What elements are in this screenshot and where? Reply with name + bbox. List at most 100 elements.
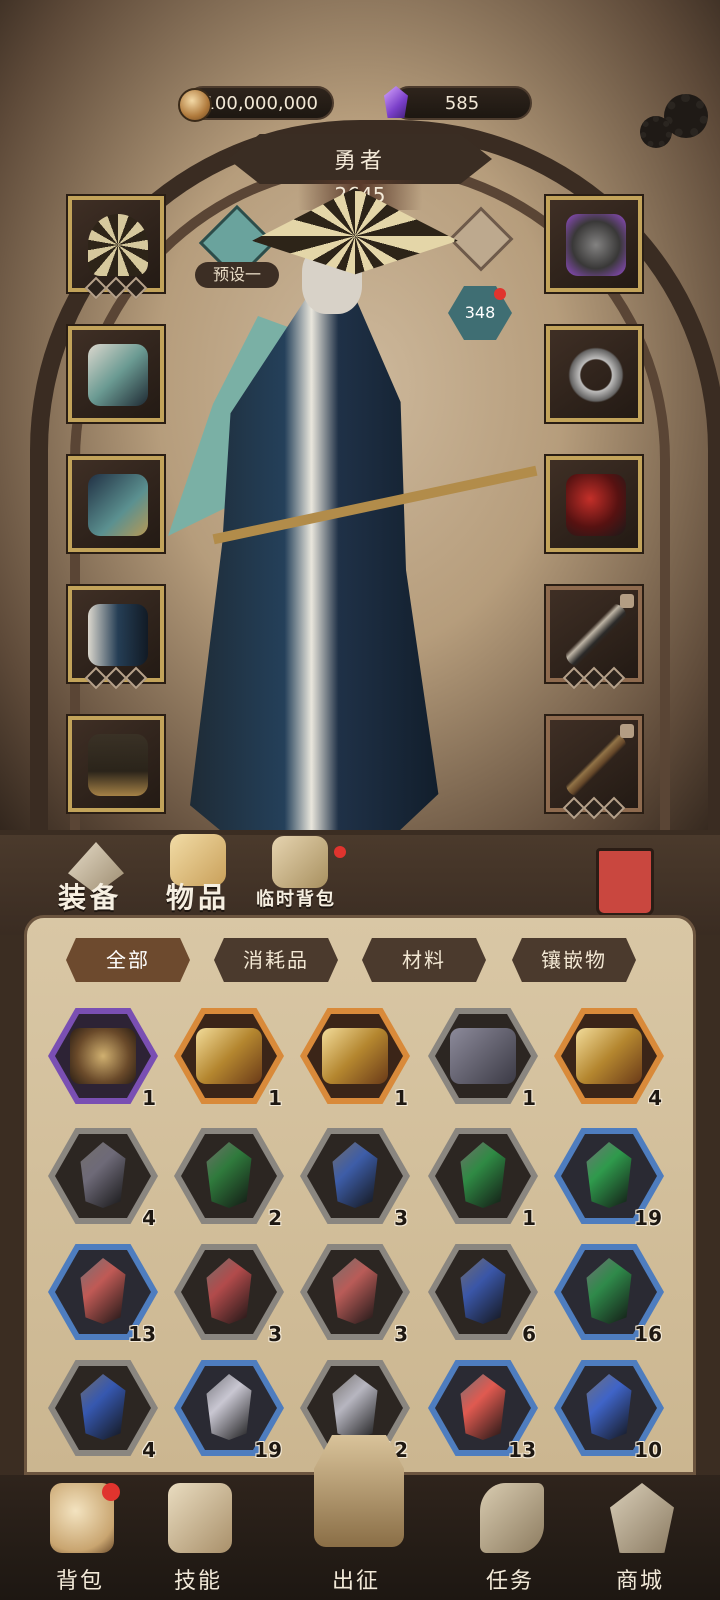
item-count: 13 xyxy=(128,1322,156,1346)
lock-icon xyxy=(620,724,634,738)
bracer-icon xyxy=(88,474,148,536)
inventory-item[interactable]: 1 xyxy=(428,1008,538,1110)
chest-icon xyxy=(576,1028,642,1084)
lock-icon xyxy=(620,594,634,608)
nav-shop-label: 商城 xyxy=(615,1569,664,1594)
tab-equipment[interactable]: 装备 xyxy=(58,876,122,916)
inventory-item[interactable]: 6 xyxy=(428,1244,538,1346)
gem-bar: 585 xyxy=(392,86,532,120)
quest-horn-icon xyxy=(480,1483,544,1553)
ring-icon xyxy=(566,344,626,406)
settings-gear-small-icon[interactable] xyxy=(640,116,672,148)
item-count: 4 xyxy=(142,1206,156,1230)
inventory-item[interactable]: 3 xyxy=(174,1244,284,1346)
item-count: 1 xyxy=(268,1086,282,1110)
item-count: 4 xyxy=(142,1438,156,1462)
item-count: 1 xyxy=(142,1086,156,1110)
straw-hat-icon xyxy=(88,214,148,276)
inventory-item[interactable]: 1 xyxy=(428,1128,538,1230)
inventory-item[interactable]: 13 xyxy=(48,1244,158,1346)
item-count: 19 xyxy=(254,1438,282,1462)
gem-amount: 585 xyxy=(444,92,480,114)
equip-slot-arm[interactable] xyxy=(68,456,164,552)
item-count: 1 xyxy=(394,1086,408,1110)
filter-consumables[interactable]: 消耗品 xyxy=(214,938,338,982)
nav-shop[interactable]: 商城 xyxy=(580,1475,700,1600)
nav-expedition[interactable]: 出征 xyxy=(296,1435,416,1600)
skill-book-icon xyxy=(168,1483,232,1553)
weapon-icon xyxy=(566,474,626,536)
boots-icon xyxy=(88,734,148,796)
item-count: 3 xyxy=(394,1322,408,1346)
item-count: 10 xyxy=(634,1438,662,1462)
inventory-item[interactable]: 4 xyxy=(48,1128,158,1230)
item-count: 3 xyxy=(268,1322,282,1346)
ore-icon xyxy=(450,1028,516,1084)
hero-title: 勇者 xyxy=(333,149,386,174)
nav-quests[interactable]: 任务 xyxy=(450,1475,570,1600)
equip-slot-offhand[interactable] xyxy=(546,586,642,690)
backpack-notification-dot xyxy=(102,1483,120,1501)
inventory-item[interactable]: 10 xyxy=(554,1360,664,1462)
nav-backpack[interactable]: 背包 xyxy=(20,1475,140,1600)
gold-coin-icon xyxy=(178,88,212,122)
inventory-item[interactable]: 19 xyxy=(174,1360,284,1462)
dagger-icon xyxy=(566,604,626,666)
inventory-item[interactable]: 1 xyxy=(48,1008,158,1110)
tab-temp-bag[interactable]: 临时背包 xyxy=(256,885,336,911)
equip-slot-instrument[interactable] xyxy=(546,716,642,820)
item-count: 4 xyxy=(648,1086,662,1110)
talent-points: 348 xyxy=(464,303,496,322)
hero-title-banner: 勇者 xyxy=(228,134,492,184)
flute-icon xyxy=(566,734,626,796)
inventory-item[interactable]: 1 xyxy=(300,1008,410,1110)
chest-icon xyxy=(196,1028,262,1084)
notification-dot xyxy=(494,288,506,300)
inventory-item[interactable]: 2 xyxy=(174,1128,284,1230)
equip-slot-shoulder[interactable] xyxy=(68,326,164,422)
trash-icon[interactable] xyxy=(596,848,654,916)
nav-quests-label: 任务 xyxy=(485,1569,534,1594)
expedition-icon xyxy=(314,1435,404,1547)
filter-materials[interactable]: 材料 xyxy=(362,938,486,982)
equip-slot-head[interactable] xyxy=(68,196,164,300)
item-count: 6 xyxy=(522,1322,536,1346)
item-count: 1 xyxy=(522,1206,536,1230)
inventory-item[interactable]: 1 xyxy=(174,1008,284,1110)
equip-slot-feet[interactable] xyxy=(68,716,164,812)
equip-slot-weapon[interactable] xyxy=(546,456,642,552)
tab-items[interactable]: 物品 xyxy=(166,876,230,916)
nav-backpack-label: 背包 xyxy=(55,1569,104,1594)
preset-label[interactable]: 预设一 xyxy=(195,262,279,288)
inventory-item[interactable]: 3 xyxy=(300,1244,410,1346)
filter-inlays[interactable]: 镶嵌物 xyxy=(512,938,636,982)
equip-slot-ring[interactable] xyxy=(546,326,642,422)
equip-slot-amulet[interactable] xyxy=(546,196,642,292)
amulet-icon xyxy=(566,214,626,276)
inventory-item[interactable]: 4 xyxy=(554,1008,664,1110)
gold-amount: 100,000,000 xyxy=(203,92,318,114)
item-count: 16 xyxy=(634,1322,662,1346)
shop-icon xyxy=(610,1483,674,1553)
temp-bag-tab-icon xyxy=(272,836,328,888)
robe-icon xyxy=(88,604,148,666)
machine-icon xyxy=(70,1028,136,1084)
nav-skills[interactable]: 技能 xyxy=(138,1475,258,1600)
item-count: 13 xyxy=(508,1438,536,1462)
item-count: 19 xyxy=(634,1206,662,1230)
inventory-item[interactable]: 3 xyxy=(300,1128,410,1230)
inventory-item[interactable]: 19 xyxy=(554,1128,664,1230)
inventory-item[interactable]: 13 xyxy=(428,1360,538,1462)
equip-slot-body[interactable] xyxy=(68,586,164,690)
temp-bag-notification-dot xyxy=(334,846,346,858)
inventory-item[interactable]: 4 xyxy=(48,1360,158,1462)
inventory-item[interactable]: 16 xyxy=(554,1244,664,1346)
nav-expedition-label: 出征 xyxy=(331,1569,380,1594)
filter-all[interactable]: 全部 xyxy=(66,938,190,982)
nav-skills-label: 技能 xyxy=(173,1569,222,1594)
chest-icon xyxy=(322,1028,388,1084)
item-count: 2 xyxy=(268,1206,282,1230)
item-count: 3 xyxy=(394,1206,408,1230)
cape-icon xyxy=(88,344,148,406)
item-count: 1 xyxy=(522,1086,536,1110)
